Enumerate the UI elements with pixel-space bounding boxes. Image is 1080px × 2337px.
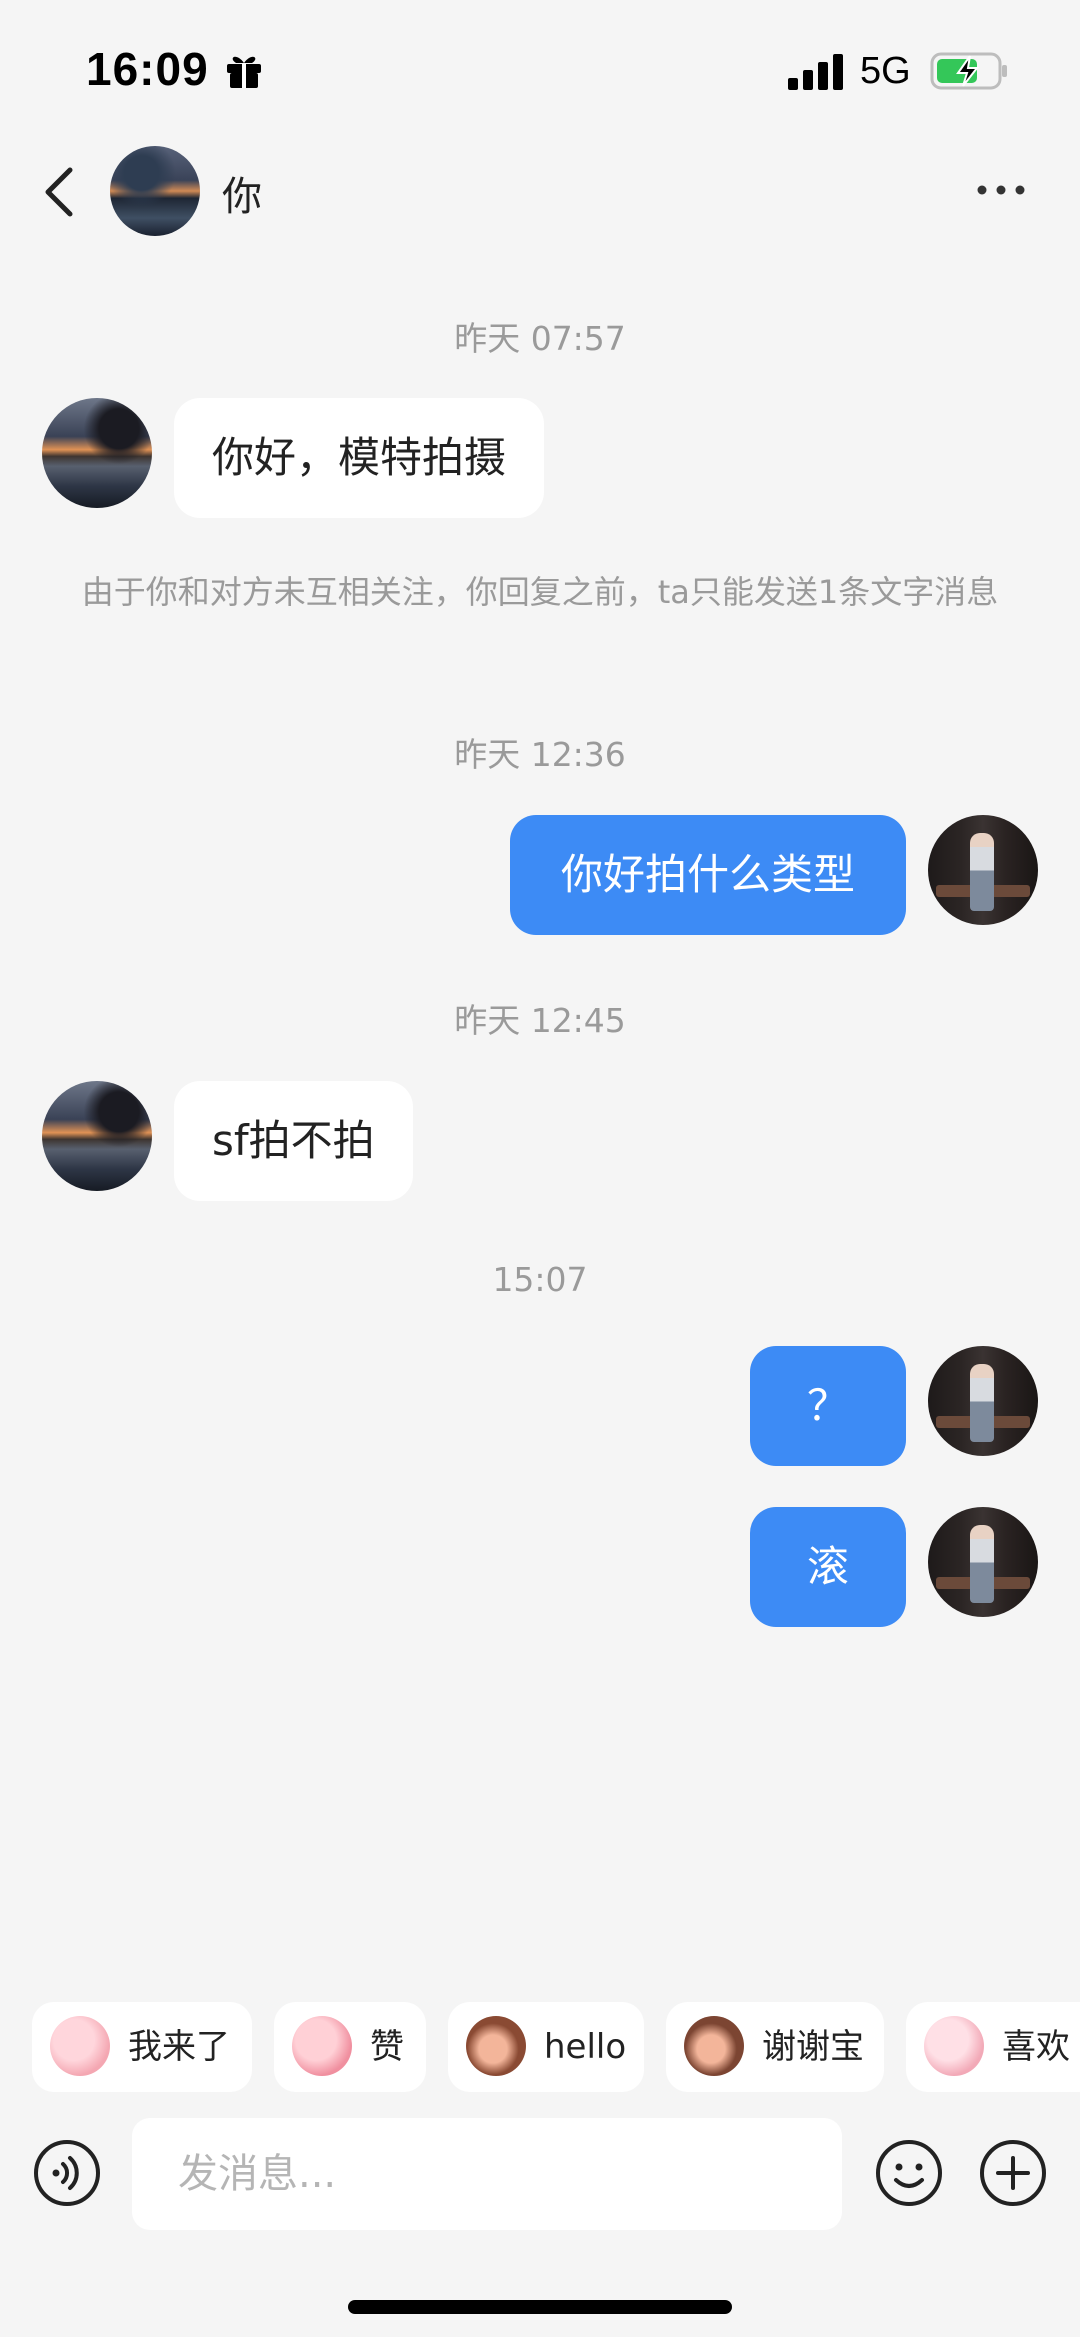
peer-avatar[interactable]: [42, 1081, 152, 1191]
peer-message-bubble[interactable]: 你好，模特拍摄: [174, 398, 545, 518]
pig-sticker-icon: [924, 2016, 984, 2076]
composer-panel: 我来了 赞 hello 谢谢宝 喜欢: [0, 1976, 1080, 2337]
chevron-left-icon[interactable]: [40, 164, 80, 220]
peer-avatar[interactable]: [42, 398, 152, 508]
quick-sticker-row: 我来了 赞 hello 谢谢宝 喜欢: [32, 2002, 1080, 2092]
self-message-bubble[interactable]: 滚: [750, 1507, 906, 1627]
sticker-chip[interactable]: 喜欢: [906, 2002, 1080, 2092]
pig-sticker-icon: [292, 2016, 352, 2076]
voice-icon[interactable]: [32, 2138, 102, 2208]
sticker-label: 赞: [370, 2027, 404, 2067]
emoji-icon[interactable]: [874, 2138, 944, 2208]
message-timestamp: 昨天 12:36: [454, 735, 626, 774]
signal-icon: [788, 54, 843, 90]
self-avatar[interactable]: [928, 815, 1038, 925]
monkey-sticker-icon: [684, 2016, 744, 2076]
message-input[interactable]: [132, 2118, 842, 2230]
battery-charging-icon: [930, 52, 1007, 90]
sticker-label: 我来了: [128, 2027, 230, 2067]
status-time: 16:09: [86, 43, 209, 95]
pig-sticker-icon: [50, 2016, 110, 2076]
self-message-bubble[interactable]: 你好拍什么类型: [510, 815, 906, 935]
plus-icon[interactable]: [978, 2138, 1048, 2208]
network-label: 5G: [860, 50, 911, 92]
gift-icon: [227, 56, 261, 88]
header-avatar[interactable]: [110, 146, 200, 236]
contact-name[interactable]: 你: [222, 164, 262, 222]
message-timestamp: 15:07: [492, 1260, 588, 1299]
status-bar: 16:09 5G: [0, 0, 1080, 140]
follow-notice: 由于你和对方未互相关注，你回复之前，ta只能发送1条文字消息: [81, 573, 999, 611]
sticker-chip[interactable]: 谢谢宝: [666, 2002, 884, 2092]
sticker-chip[interactable]: 赞: [274, 2002, 426, 2092]
self-avatar[interactable]: [928, 1507, 1038, 1617]
sticker-label: 谢谢宝: [762, 2027, 864, 2067]
peer-message-bubble[interactable]: sf拍不拍: [174, 1081, 413, 1201]
message-timestamp: 昨天 07:57: [454, 319, 626, 358]
sticker-label: 喜欢: [1002, 2027, 1070, 2067]
sticker-label: hello: [544, 2027, 627, 2067]
home-indicator: [348, 2300, 732, 2314]
sticker-chip[interactable]: hello: [448, 2002, 644, 2092]
sticker-chip[interactable]: 我来了: [32, 2002, 252, 2092]
self-message-bubble[interactable]: ？: [750, 1346, 906, 1466]
chat-header: 你: [0, 140, 1080, 240]
more-horizontal-icon[interactable]: [976, 180, 1026, 200]
self-avatar[interactable]: [928, 1346, 1038, 1456]
message-timestamp: 昨天 12:45: [454, 1001, 626, 1040]
monkey-sticker-icon: [466, 2016, 526, 2076]
